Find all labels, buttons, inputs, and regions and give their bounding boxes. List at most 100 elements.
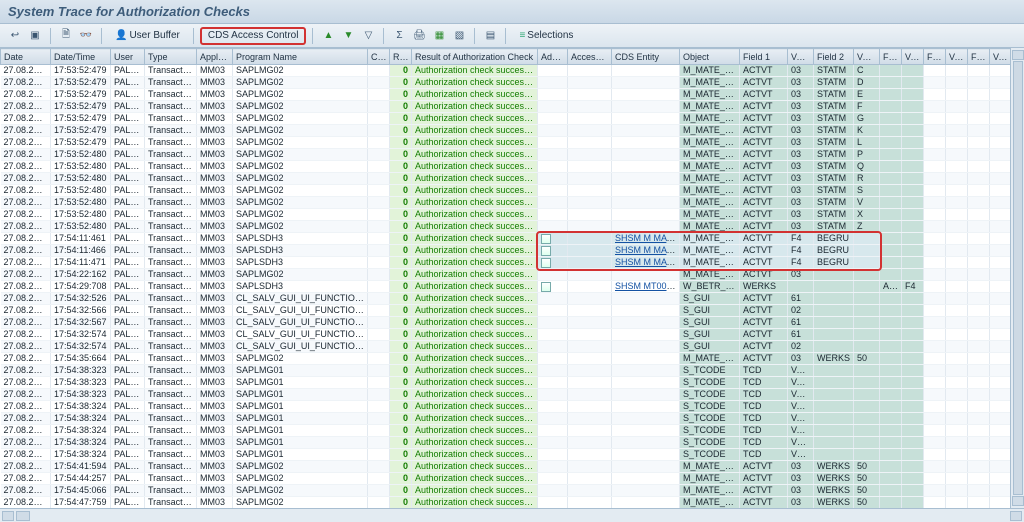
table-row[interactable]: 27.08.202417:53:52:480PALUSTransactionMM…	[1, 197, 1024, 209]
table-row[interactable]: 27.08.202417:54:38:324PALUSTransactionMM…	[1, 449, 1024, 461]
cds-entity-link[interactable]: SHSM M MAT1M	[615, 245, 680, 255]
table-row[interactable]: 27.08.202417:54:11:466PALUSTransactionMM…	[1, 245, 1024, 257]
cell: 17:54:47:759	[51, 497, 111, 509]
cds-entity-link[interactable]: SHSM MT001W	[615, 281, 680, 291]
export-icon[interactable]: ▣	[26, 27, 44, 45]
cell	[854, 449, 880, 461]
total-icon[interactable]: Σ	[390, 27, 408, 45]
table-row[interactable]: 27.08.202417:54:38:324PALUSTransactionMM…	[1, 437, 1024, 449]
table-row[interactable]: 27.08.202417:53:52:479PALUSTransactionMM…	[1, 77, 1024, 89]
table-row[interactable]: 27.08.202417:53:52:480PALUSTransactionMM…	[1, 221, 1024, 233]
column-header[interactable]: Application	[197, 49, 233, 65]
back-icon[interactable]: ↩	[6, 27, 24, 45]
column-header[interactable]: Object	[680, 49, 740, 65]
table-row[interactable]: 27.08.202417:53:52:479PALUSTransactionMM…	[1, 125, 1024, 137]
column-header[interactable]: Program Name	[233, 49, 368, 65]
scroll-thumb[interactable]	[1013, 61, 1023, 495]
scroll-thumb-h[interactable]	[16, 511, 30, 521]
cds-entity-link[interactable]: SHSM M MAT1M	[615, 257, 680, 267]
table-row[interactable]: 27.08.202417:54:11:461PALUSTransactionMM…	[1, 233, 1024, 245]
cell	[968, 173, 990, 185]
cell	[854, 269, 880, 281]
print-icon[interactable]: 🖨	[410, 27, 428, 45]
cds-access-control-button[interactable]: CDS Access Control	[200, 27, 307, 45]
column-header[interactable]: Result of Authorization Check	[412, 49, 538, 65]
cell	[568, 377, 612, 389]
vertical-scrollbar[interactable]	[1010, 48, 1024, 508]
find-icon[interactable]: 👓	[77, 27, 95, 45]
table-row[interactable]: 27.08.202417:53:52:480PALUSTransactionMM…	[1, 173, 1024, 185]
cell: Transaction	[145, 461, 197, 473]
table-row[interactable]: 27.08.202417:54:32:566PALUSTransactionMM…	[1, 305, 1024, 317]
selections-button[interactable]: ≡ Selections	[512, 27, 580, 45]
column-header[interactable]: Field 1	[740, 49, 788, 65]
table-row[interactable]: 27.08.202417:53:52:480PALUSTransactionMM…	[1, 161, 1024, 173]
column-header[interactable]: Date	[1, 49, 51, 65]
table-row[interactable]: 27.08.202417:54:38:323PALUSTransactionMM…	[1, 365, 1024, 377]
column-header[interactable]: Field…	[968, 49, 990, 65]
cell	[880, 485, 902, 497]
table-row[interactable]: 27.08.202417:54:41:594PALUSTransactionMM…	[1, 461, 1024, 473]
table-row[interactable]: 27.08.202417:54:32:526PALUSTransactionMM…	[1, 293, 1024, 305]
table-row[interactable]: 27.08.202417:54:38:324PALUSTransactionMM…	[1, 425, 1024, 437]
cell: MM03	[197, 233, 233, 245]
cds-entity-link[interactable]: SHSM M MAT1M	[615, 233, 680, 243]
sort-desc-icon[interactable]: ▼	[339, 27, 357, 45]
table-row[interactable]: 27.08.202417:54:47:759PALUSTransactionMM…	[1, 497, 1024, 509]
cell: S_TCODE	[680, 377, 740, 389]
table-row[interactable]: 27.08.202417:54:38:324PALUSTransactionMM…	[1, 413, 1024, 425]
table-row[interactable]: 27.08.202417:53:52:479PALUSTransactionMM…	[1, 137, 1024, 149]
table-row[interactable]: 27.08.202417:54:32:567PALUSTransactionMM…	[1, 317, 1024, 329]
column-header[interactable]: Field…	[880, 49, 902, 65]
table-row[interactable]: 27.08.202417:54:22:162PALUSTransactionMM…	[1, 269, 1024, 281]
column-header[interactable]: Date/Time	[51, 49, 111, 65]
column-header[interactable]: Value…	[990, 49, 1012, 65]
column-header[interactable]: Value…	[902, 49, 924, 65]
excel-icon[interactable]: ▦	[430, 27, 448, 45]
layout-icon[interactable]: ▤	[481, 27, 499, 45]
cell	[538, 185, 568, 197]
column-header[interactable]: Value…	[946, 49, 968, 65]
scroll-right-icon[interactable]	[1010, 511, 1022, 521]
horizontal-scrollbar[interactable]	[0, 508, 1024, 522]
table-row[interactable]: 27.08.202417:53:52:480PALUSTransactionMM…	[1, 185, 1024, 197]
table-row[interactable]: 27.08.202417:54:11:471PALUSTransactionMM…	[1, 257, 1024, 269]
table-row[interactable]: 27.08.202417:54:45:066PALUSTransactionMM…	[1, 485, 1024, 497]
scroll-up-icon[interactable]	[1012, 50, 1024, 60]
table-row[interactable]: 27.08.202417:53:52:480PALUSTransactionMM…	[1, 149, 1024, 161]
table-row[interactable]: 27.08.202417:54:29:708PALUSTransactionMM…	[1, 281, 1024, 293]
scroll-down-icon[interactable]	[1012, 496, 1024, 506]
column-header[interactable]: CDS Entity	[612, 49, 680, 65]
column-header[interactable]: Field…	[924, 49, 946, 65]
column-header[interactable]: User	[111, 49, 145, 65]
table-row[interactable]: 27.08.202417:54:32:574PALUSTransactionMM…	[1, 329, 1024, 341]
table-row[interactable]: 27.08.202417:53:52:479PALUSTransactionMM…	[1, 113, 1024, 125]
column-header[interactable]: Access Filteri…	[568, 49, 612, 65]
table-row[interactable]: 27.08.202417:54:38:323PALUSTransactionMM…	[1, 389, 1024, 401]
cell: Z	[854, 221, 880, 233]
export2-icon[interactable]: ▧	[450, 27, 468, 45]
cell: M_MATE_STA	[680, 101, 740, 113]
detail-icon[interactable]: 🗎	[57, 27, 75, 45]
column-header[interactable]: Res…	[390, 49, 412, 65]
table-row[interactable]: 27.08.202417:54:38:323PALUSTransactionMM…	[1, 377, 1024, 389]
cell: M_MATE_MAT	[680, 233, 740, 245]
column-header[interactable]: Value…	[854, 49, 880, 65]
table-row[interactable]: 27.08.202417:54:44:257PALUSTransactionMM…	[1, 473, 1024, 485]
table-row[interactable]: 27.08.202417:54:35:664PALUSTransactionMM…	[1, 353, 1024, 365]
table-row[interactable]: 27.08.202417:53:52:480PALUSTransactionMM…	[1, 209, 1024, 221]
column-header[interactable]: Value…	[788, 49, 814, 65]
table-row[interactable]: 27.08.202417:53:52:479PALUSTransactionMM…	[1, 101, 1024, 113]
table-row[interactable]: 27.08.202417:53:52:479PALUSTransactionMM…	[1, 89, 1024, 101]
column-header[interactable]: Type	[145, 49, 197, 65]
filter-icon[interactable]: ▽	[359, 27, 377, 45]
scroll-left-icon[interactable]	[2, 511, 14, 521]
user-buffer-button[interactable]: 👤 User Buffer	[108, 27, 187, 45]
table-row[interactable]: 27.08.202417:53:52:479PALUSTransactionMM…	[1, 65, 1024, 77]
column-header[interactable]: Che…	[368, 49, 390, 65]
table-row[interactable]: 27.08.202417:54:32:574PALUSTransactionMM…	[1, 341, 1024, 353]
sort-asc-icon[interactable]: ▲	[319, 27, 337, 45]
column-header[interactable]: Addit.In…	[538, 49, 568, 65]
table-row[interactable]: 27.08.202417:54:38:324PALUSTransactionMM…	[1, 401, 1024, 413]
column-header[interactable]: Field 2	[814, 49, 854, 65]
